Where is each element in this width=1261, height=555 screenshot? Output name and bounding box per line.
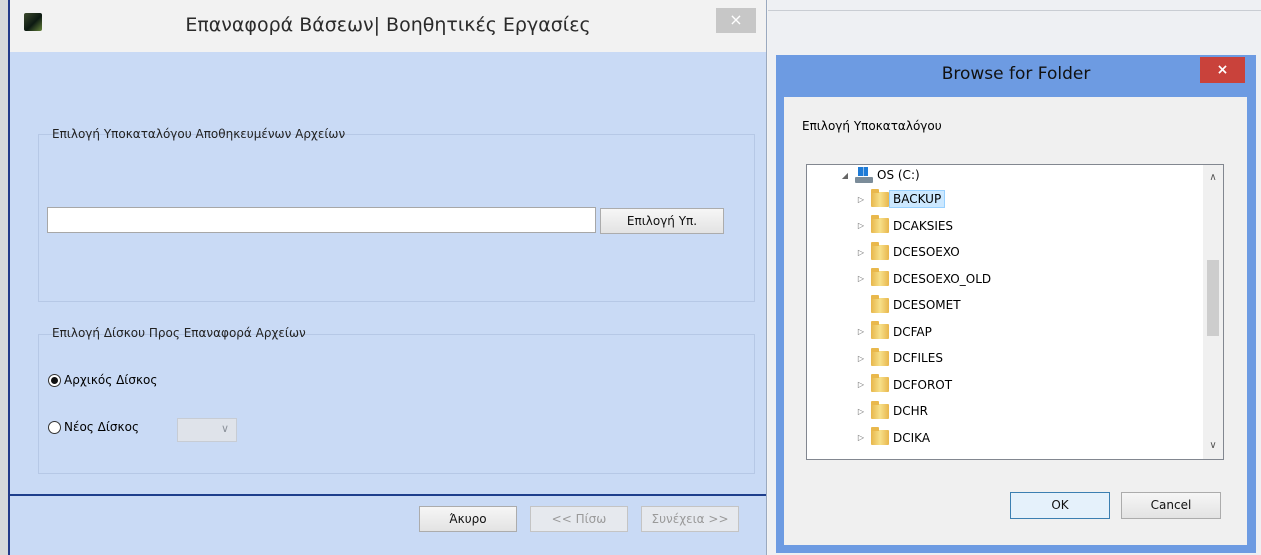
cancel-button[interactable]: Άκυρο bbox=[419, 506, 517, 532]
folder-label: DCIKA bbox=[893, 430, 931, 445]
tree-node-folder[interactable]: ▷ DCFOROT bbox=[855, 374, 952, 396]
browse-client-area: Επιλογή Υποκαταλόγου ◢ OS (C:) ▷ BACKUP ▷ D… bbox=[784, 97, 1247, 545]
collapsed-arrow-icon[interactable]: ▷ bbox=[855, 407, 867, 416]
disk-group-label: Επιλογή Δίσκου Προς Επαναφορά Αρχείων bbox=[52, 326, 306, 340]
folder-tree[interactable]: ◢ OS (C:) ▷ BACKUP ▷ DCAKSIES ▷ DCESOEXO ▷ DCES… bbox=[806, 164, 1224, 460]
radio-new-disk-label: Νέος Δίσκος bbox=[64, 420, 139, 434]
collapsed-arrow-icon[interactable]: ▷ bbox=[855, 274, 867, 283]
collapsed-arrow-icon[interactable]: ▷ bbox=[855, 327, 867, 336]
radio-new-disk-row[interactable]: Νέος Δίσκος bbox=[48, 420, 139, 434]
collapsed-arrow-icon[interactable]: ▷ bbox=[855, 380, 867, 389]
radio-new-disk[interactable] bbox=[48, 420, 61, 434]
tree-node-folder[interactable]: ▷ DCHR bbox=[855, 400, 928, 422]
folder-label: DCESOEXO_OLD bbox=[893, 271, 992, 286]
radio-original-disk-label: Αρχικός Δίσκος bbox=[64, 373, 158, 387]
browse-prompt: Επιλογή Υποκαταλόγου bbox=[802, 119, 942, 133]
folder-label: DCESOMET bbox=[893, 298, 961, 312]
new-disk-dropdown[interactable]: ∨ bbox=[177, 418, 237, 442]
folder-icon bbox=[871, 294, 889, 313]
drive-icon bbox=[855, 167, 873, 183]
next-button[interactable]: Συνέχεια >> bbox=[641, 506, 739, 532]
folder-path-input[interactable] bbox=[47, 207, 596, 233]
tree-node-folder[interactable]: ▷ DCFILES bbox=[855, 347, 943, 369]
folder-label: BACKUP bbox=[889, 190, 946, 208]
browse-folder-dialog: Browse for Folder × Επιλογή Υποκαταλόγου… bbox=[776, 55, 1256, 553]
folder-icon bbox=[871, 374, 889, 392]
tree-node-folder[interactable]: ▷ DCIKA bbox=[855, 427, 930, 449]
radio-original-disk[interactable] bbox=[48, 373, 61, 387]
background-window-edge bbox=[0, 0, 8, 555]
background-divider bbox=[768, 10, 1261, 11]
folder-label: DCFOROT bbox=[893, 377, 953, 392]
folder-group-label: Επιλογή Υποκαταλόγου Αποθηκευμένων Αρχεί… bbox=[52, 127, 346, 141]
tree-scrollbar[interactable]: ∧ ∨ bbox=[1203, 165, 1223, 459]
folder-icon bbox=[871, 188, 889, 207]
folder-icon bbox=[871, 268, 889, 286]
restore-dialog-title: Επαναφορά Βάσεων| Βοηθητικές Εργασίες bbox=[185, 14, 591, 36]
folder-icon bbox=[871, 347, 889, 366]
tree-node-folder[interactable]: ▷ DCFAP bbox=[855, 321, 932, 343]
folder-icon bbox=[871, 400, 889, 419]
collapsed-arrow-icon[interactable]: ▷ bbox=[855, 433, 867, 442]
folder-icon bbox=[871, 427, 889, 445]
back-button[interactable]: << Πίσω bbox=[530, 506, 628, 532]
footer-separator bbox=[10, 494, 766, 496]
restore-dialog: Επαναφορά Βάσεων| Βοηθητικές Εργασίες × … bbox=[10, 0, 767, 555]
radio-original-disk-row[interactable]: Αρχικός Δίσκος bbox=[48, 373, 157, 387]
browse-close-button[interactable]: × bbox=[1200, 57, 1245, 83]
folder-icon bbox=[871, 241, 889, 260]
folder-icon bbox=[871, 321, 889, 339]
collapsed-arrow-icon[interactable]: ▷ bbox=[855, 195, 867, 204]
folder-label: DCAKSIES bbox=[893, 218, 954, 233]
browse-cancel-button[interactable]: Cancel bbox=[1121, 492, 1221, 519]
restore-close-button[interactable]: × bbox=[716, 8, 756, 33]
scroll-up-icon[interactable]: ∧ bbox=[1203, 169, 1223, 187]
collapsed-arrow-icon[interactable]: ▷ bbox=[855, 354, 867, 363]
collapsed-arrow-icon[interactable]: ▷ bbox=[855, 221, 867, 230]
folder-label: DCESOEXO bbox=[893, 245, 960, 259]
chevron-down-icon: ∨ bbox=[220, 422, 229, 435]
folder-label: DCFILES bbox=[893, 351, 943, 365]
expanded-arrow-icon[interactable]: ◢ bbox=[839, 171, 851, 180]
tree-node-folder[interactable]: DCESOMET bbox=[855, 294, 961, 316]
drive-label: OS (C:) bbox=[877, 168, 920, 182]
scroll-down-icon[interactable]: ∨ bbox=[1203, 437, 1223, 455]
ok-button[interactable]: OK bbox=[1010, 492, 1110, 519]
folder-icon bbox=[871, 215, 889, 233]
tree-node-drive[interactable]: ◢ OS (C:) bbox=[839, 165, 920, 186]
tree-node-folder[interactable]: ▷ DCESOEXO bbox=[855, 241, 960, 263]
restore-titlebar: Επαναφορά Βάσεων| Βοηθητικές Εργασίες × bbox=[10, 0, 766, 52]
collapsed-arrow-icon[interactable]: ▷ bbox=[855, 248, 867, 257]
scroll-thumb[interactable] bbox=[1207, 260, 1219, 336]
folder-label: DCFAP bbox=[893, 324, 932, 339]
browse-dialog-title: Browse for Folder bbox=[941, 64, 1091, 84]
tree-node-folder[interactable]: ▷ BACKUP bbox=[855, 188, 946, 210]
tree-node-folder[interactable]: ▷ DCAKSIES bbox=[855, 215, 953, 237]
folder-label: DCHR bbox=[893, 404, 928, 418]
tree-node-folder[interactable]: ▷ DCESOEXO_OLD bbox=[855, 268, 991, 290]
select-folder-button[interactable]: Επιλογή Υπ. bbox=[600, 208, 724, 234]
disk-group-box bbox=[38, 334, 755, 474]
